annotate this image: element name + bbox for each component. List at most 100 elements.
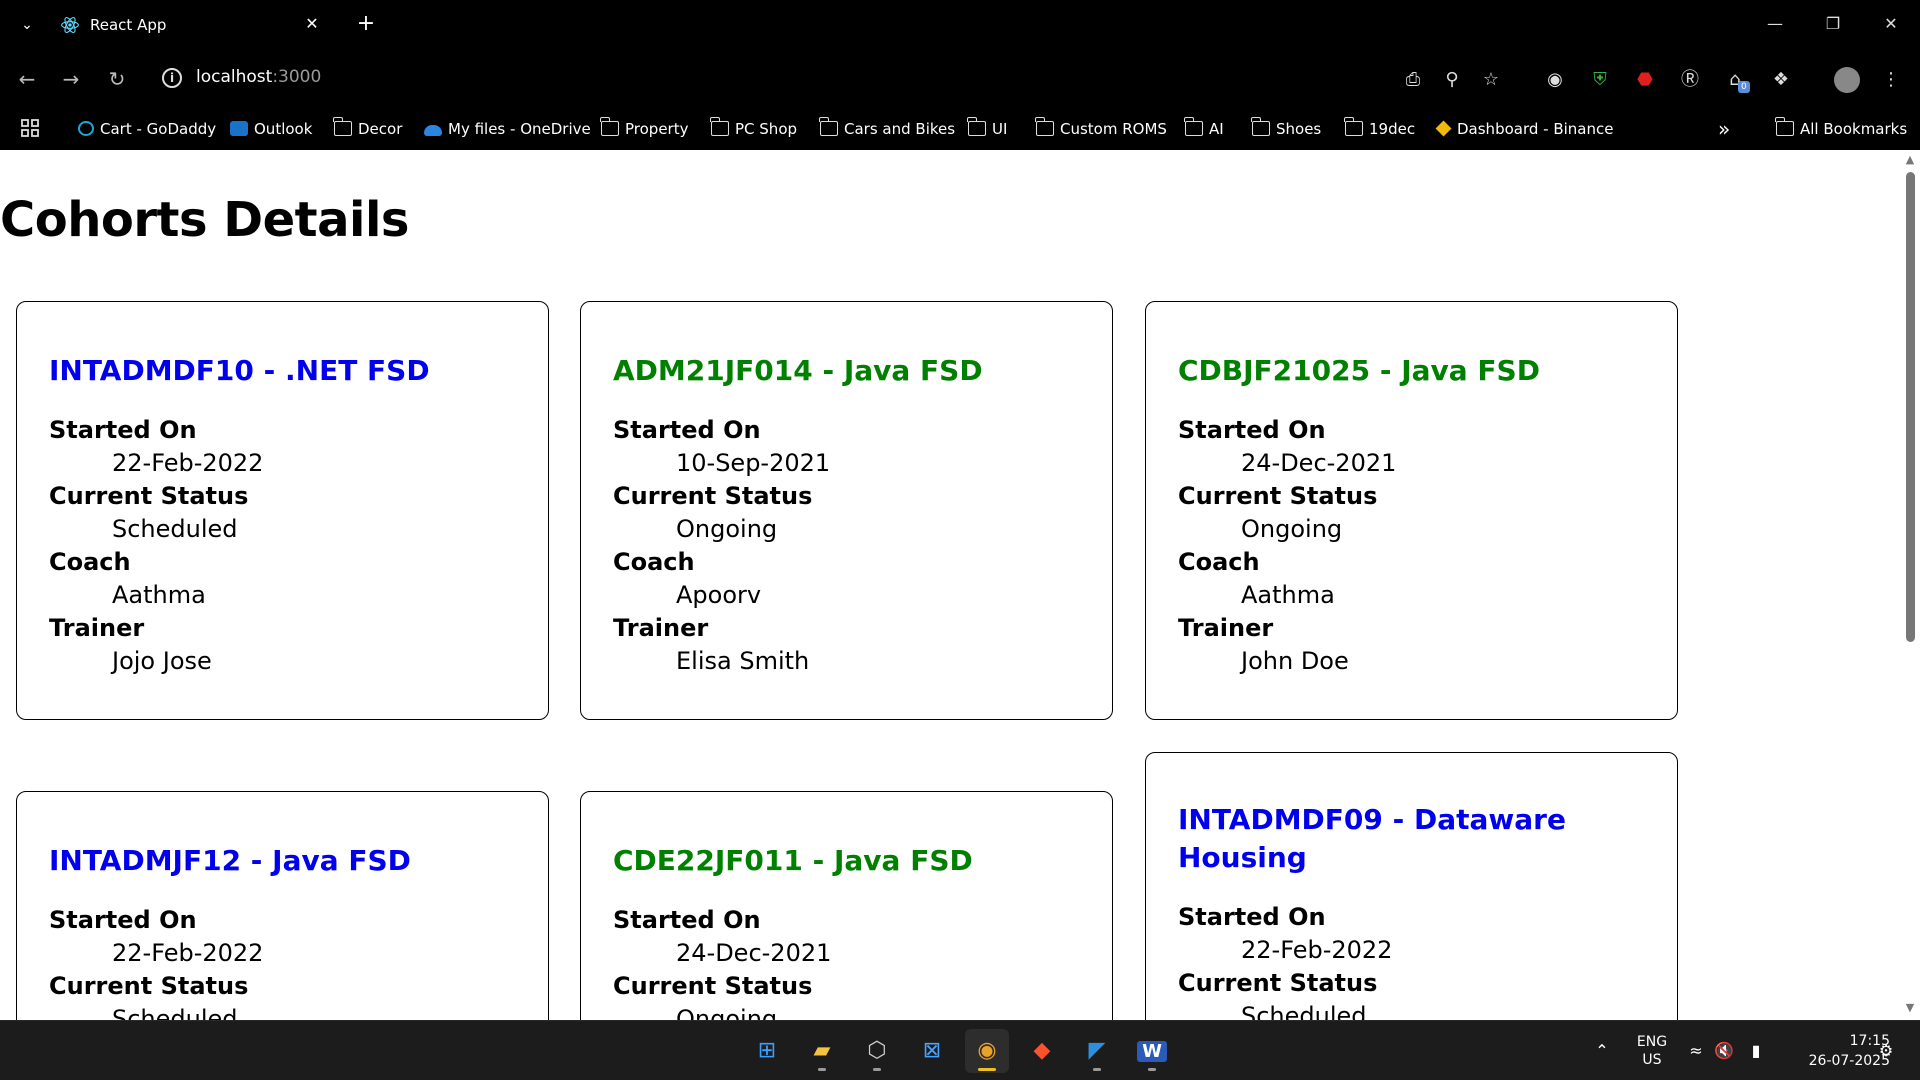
new-tab-button[interactable]: +	[352, 10, 380, 38]
trainer-label: Trainer	[49, 614, 145, 642]
bookmarks-overflow-icon[interactable]: »	[1718, 116, 1730, 142]
cohort-name: INTADMDF09 - Dataware Housing	[1178, 803, 1566, 874]
bookmark-item[interactable]: Dashboard - Binance	[1435, 116, 1613, 142]
wifi-icon[interactable]: ≈	[1684, 1039, 1708, 1063]
bookmark-item[interactable]: Cars and Bikes	[819, 116, 956, 142]
scroll-up-icon[interactable]: ▲	[1904, 154, 1916, 166]
bookmark-item[interactable]: My files - OneDrive	[424, 116, 591, 142]
shield-extension-icon[interactable]: ⛨	[1587, 67, 1613, 93]
word-icon[interactable]: W	[1130, 1029, 1174, 1073]
cohort-name: INTADMJF12 - Java FSD	[49, 844, 411, 877]
running-indicator	[873, 1068, 881, 1071]
zoom-icon[interactable]: ⚲	[1439, 67, 1465, 93]
incognito-extension-icon[interactable]: ◉	[1542, 67, 1568, 93]
bookmark-star-icon[interactable]: ☆	[1478, 67, 1504, 93]
cohort-card: CDBJF21025 - Java FSD Started On 24-Dec-20…	[1145, 301, 1678, 720]
scroll-down-icon[interactable]: ▼	[1904, 1002, 1916, 1014]
scrollbar-thumb[interactable]	[1906, 172, 1915, 642]
bookmarks-bar: Cart - GoDaddy Outlook Decor My files - One…	[0, 108, 1920, 150]
brave-icon[interactable]: ◆	[1020, 1029, 1064, 1073]
page-title: Cohorts Details	[0, 192, 409, 248]
forward-icon[interactable]: →	[56, 64, 86, 94]
bookmark-item[interactable]: UI	[967, 116, 1007, 142]
site-info-icon[interactable]: i	[162, 68, 182, 88]
current-status-label: Current Status	[49, 482, 249, 510]
cohort-card: ADM21JF014 - Java FSD Started On 10-Sep-20…	[580, 301, 1113, 720]
url-port: :3000	[272, 67, 322, 87]
unity-icon[interactable]: ⬡	[855, 1029, 899, 1073]
address-bar[interactable]: i localhost:3000	[150, 58, 1370, 98]
page-scrollbar[interactable]: ▲ ▼	[1900, 150, 1920, 1020]
bookmark-item[interactable]: AI	[1184, 116, 1224, 142]
browser-tab[interactable]: React App ✕	[48, 6, 334, 44]
windows-start-icon[interactable]: ⊞	[745, 1029, 789, 1073]
bookmark-item[interactable]: Custom ROMS	[1035, 116, 1167, 142]
restore-button[interactable]: ❐	[1810, 8, 1856, 40]
w-extension-icon[interactable]: Ⓡ	[1677, 67, 1703, 93]
started-on-label: Started On	[613, 416, 761, 444]
started-on-value: 22-Feb-2022	[112, 449, 264, 477]
cohort-name: ADM21JF014 - Java FSD	[613, 354, 983, 387]
started-on-label: Started On	[49, 906, 197, 934]
back-icon[interactable]: ←	[12, 64, 42, 94]
onedrive-icon	[424, 125, 442, 136]
notification-icon[interactable]: ⚙	[1874, 1039, 1898, 1063]
current-status-label: Current Status	[613, 482, 813, 510]
extensions-puzzle-icon[interactable]: ❖	[1768, 67, 1794, 93]
bookmark-item[interactable]: Decor	[333, 116, 402, 142]
bookmark-item[interactable]: Cart - GoDaddy	[78, 116, 216, 142]
language-indicator[interactable]: ENG US	[1630, 1033, 1674, 1069]
bookmark-item[interactable]: Property	[600, 116, 689, 142]
close-window-button[interactable]: ✕	[1868, 8, 1914, 40]
trainer-label: Trainer	[1178, 614, 1274, 642]
extension-badge: 0	[1738, 81, 1750, 93]
install-app-icon[interactable]: ⎙	[1400, 67, 1426, 93]
current-status-label: Current Status	[613, 972, 813, 1000]
tray-chevron-icon[interactable]: ⌃	[1590, 1039, 1614, 1063]
bookmark-label: Cars and Bikes	[844, 120, 956, 138]
minimize-button[interactable]: —	[1752, 8, 1798, 40]
bookmark-label: 19dec	[1369, 120, 1416, 138]
microsoft-store-icon[interactable]: ⊠	[910, 1029, 954, 1073]
react-icon	[61, 17, 79, 33]
coach-label: Coach	[613, 548, 695, 576]
bookmark-item[interactable]: Outlook	[230, 116, 312, 142]
current-status-value: Ongoing	[676, 1005, 778, 1020]
current-status-label: Current Status	[49, 972, 249, 1000]
bookmark-item[interactable]: 19dec	[1344, 116, 1416, 142]
profile-avatar[interactable]	[1834, 67, 1860, 93]
folder-icon	[600, 117, 619, 136]
cohort-card: INTADMDF10 - .NET FSD Started On 22-Feb-20…	[16, 301, 549, 720]
started-on-label: Started On	[613, 906, 761, 934]
url-text[interactable]: localhost:3000	[196, 67, 321, 87]
menu-kebab-icon[interactable]: ⋮	[1878, 67, 1904, 93]
bookmark-item[interactable]: Shoes	[1251, 116, 1321, 142]
battery-icon[interactable]: ▮	[1744, 1039, 1768, 1063]
vscode-icon[interactable]: ◤	[1075, 1029, 1119, 1073]
tab-close-icon[interactable]: ✕	[300, 12, 324, 36]
running-indicator	[978, 1068, 996, 1071]
reload-icon[interactable]: ↻	[102, 64, 132, 94]
bookmark-item[interactable]: PC Shop	[710, 116, 798, 142]
file-explorer-icon-glyph: ▰	[813, 1038, 831, 1063]
volume-muted-icon[interactable]: 🔇	[1712, 1039, 1736, 1063]
bookmark-label: Property	[625, 120, 689, 138]
adblock-extension-icon[interactable]: ⬣	[1632, 67, 1658, 93]
chrome-icon[interactable]: ◉	[965, 1029, 1009, 1073]
bookmark-label: Custom ROMS	[1060, 120, 1167, 138]
tab-search-chevron-icon[interactable]: ⌄	[14, 12, 40, 38]
apps-grid-icon[interactable]	[20, 116, 44, 142]
cohort-card: INTADMDF09 - Dataware Housing Started On 2…	[1145, 752, 1678, 1020]
started-on-value: 22-Feb-2022	[112, 939, 264, 967]
running-indicator	[1148, 1068, 1156, 1071]
coach-value: Aathma	[112, 581, 206, 609]
file-explorer-icon[interactable]: ▰	[800, 1029, 844, 1073]
folder-icon	[1184, 117, 1203, 136]
started-on-value: 22-Feb-2022	[1241, 936, 1393, 964]
trainer-value: John Doe	[1241, 647, 1349, 675]
unity-icon-glyph: ⬡	[867, 1038, 887, 1063]
current-status-value: Ongoing	[1241, 515, 1343, 543]
home-extension-icon[interactable]: ⌂ 0	[1722, 67, 1750, 93]
all-bookmarks-folder[interactable]: All Bookmarks	[1775, 116, 1907, 142]
bookmark-label: PC Shop	[735, 120, 798, 138]
